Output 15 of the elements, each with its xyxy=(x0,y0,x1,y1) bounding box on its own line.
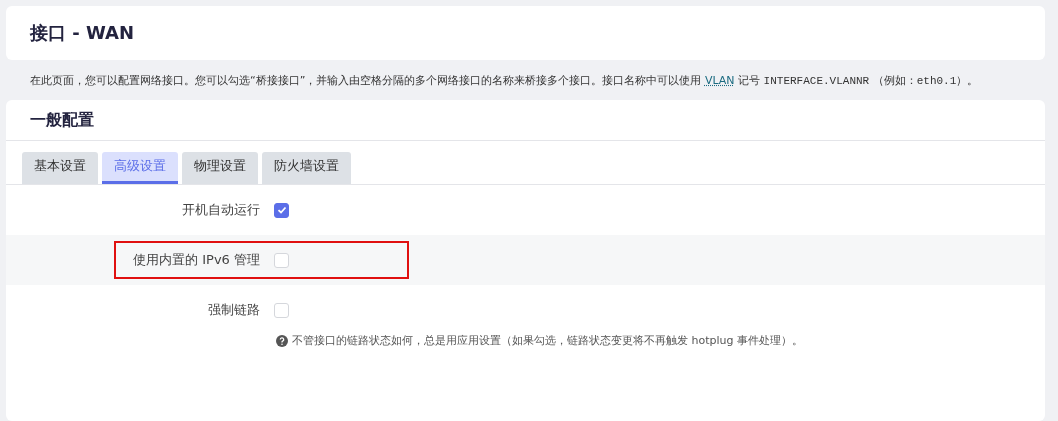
description-text: 在此页面，您可以配置网络接口。您可以勾选“桥接接口”，并输入由空格分隔的多个网络接口的名称来桥接多个接口。接口名称中可以使用 VLAN 记号 INTERFACE.VLANNR （例如：eth0.1）。 xyxy=(29,73,980,89)
help-text: 不管接口的链路状态如何，总是用应用设置（如果勾选，链路状态变更将不再触发 hotplug 事件处理）。 xyxy=(292,333,803,348)
check-icon xyxy=(276,205,287,215)
tab[interactable]: 高级设置 xyxy=(102,152,178,184)
section-title: 一般配置 xyxy=(6,100,1045,141)
option-label: 强制链路 xyxy=(207,301,260,319)
help-icon xyxy=(276,334,288,347)
tab[interactable]: 防火墙设置 xyxy=(262,152,351,184)
option-label: 使用内置的 IPv6 管理 xyxy=(132,251,260,269)
tab[interactable]: 物理设置 xyxy=(182,152,258,184)
vlan-link[interactable]: VLAN xyxy=(704,74,735,87)
checkbox[interactable] xyxy=(274,202,289,218)
option-label: 开机自动运行 xyxy=(181,201,260,219)
page-title: 接口 - WAN xyxy=(6,6,1045,60)
tab[interactable]: 基本设置 xyxy=(22,152,98,184)
